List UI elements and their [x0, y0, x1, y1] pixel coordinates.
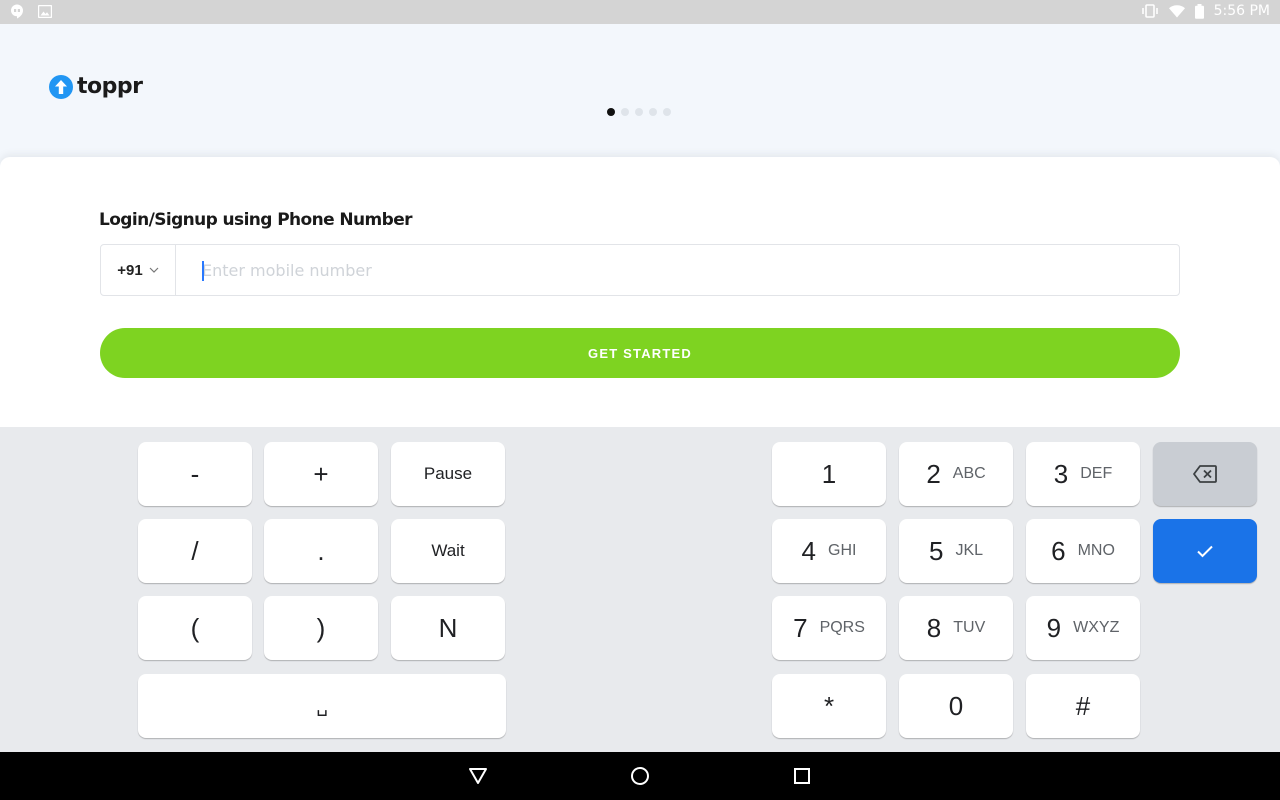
battery-icon [1194, 3, 1204, 19]
country-code: +91 [117, 261, 143, 279]
key-letters: MNO [1077, 542, 1115, 559]
key-digit: 2 [926, 458, 941, 489]
key-8[interactable]: 8 TUV [899, 596, 1013, 660]
checkmark-icon [1197, 545, 1213, 558]
text-cursor [202, 261, 204, 281]
hangouts-icon [10, 4, 24, 19]
key-letters: PQRS [819, 619, 865, 636]
key-digit: 8 [926, 612, 942, 643]
key-letters: GHI [828, 542, 857, 559]
key-digit: 6 [1051, 535, 1066, 566]
done-key[interactable] [1153, 519, 1257, 583]
clock: 5:56 PM [1213, 3, 1270, 19]
carousel-dot[interactable] [607, 108, 615, 116]
carousel-dot[interactable] [621, 108, 629, 116]
key-digit: 4 [801, 535, 816, 566]
key-0[interactable]: 0 [899, 674, 1013, 738]
key-plus[interactable]: + [264, 442, 378, 506]
key-letters: JKL [955, 542, 984, 559]
header: toppr [0, 24, 1280, 158]
key-close-paren[interactable]: ) [264, 596, 378, 660]
phone-input-wrap [176, 245, 1179, 295]
carousel-indicator [607, 108, 671, 116]
key-digit: 3 [1053, 458, 1069, 489]
key-letters: WXYZ [1073, 619, 1120, 636]
backspace-key[interactable] [1153, 442, 1257, 506]
key-star[interactable]: * [772, 674, 886, 738]
vibrate-icon [1141, 4, 1159, 18]
status-bar: 5:56 PM [0, 0, 1280, 24]
image-icon [38, 5, 52, 18]
key-slash[interactable]: / [138, 519, 252, 583]
login-card: Login/Signup using Phone Number +91 GET … [0, 157, 1280, 427]
key-letters: TUV [953, 619, 986, 636]
home-circle-icon [631, 767, 649, 785]
carousel-dot[interactable] [635, 108, 643, 116]
wifi-icon [1168, 4, 1185, 18]
logo-arrow-icon [49, 74, 73, 99]
key-1[interactable]: 1 [772, 442, 886, 506]
key-2[interactable]: 2 ABC [899, 442, 1013, 506]
key-3[interactable]: 3 DEF [1026, 442, 1140, 506]
key-period[interactable]: . [264, 519, 378, 583]
key-digit: # [1075, 690, 1091, 721]
key-digit: 7 [793, 612, 808, 643]
home-button[interactable] [629, 765, 651, 787]
key-letters: ABC [952, 465, 986, 482]
phone-number-input[interactable] [176, 245, 1179, 295]
key-space[interactable]: ␣ [138, 674, 506, 738]
recents-button[interactable] [791, 765, 813, 787]
key-5[interactable]: 5 JKL [899, 519, 1013, 583]
key-open-paren[interactable]: ( [138, 596, 252, 660]
carousel-dot[interactable] [649, 108, 657, 116]
key-digit: 9 [1046, 612, 1062, 643]
key-digit: 5 [928, 535, 944, 566]
chevron-down-icon [149, 267, 159, 273]
back-triangle-icon [469, 768, 487, 784]
key-hash[interactable]: # [1026, 674, 1140, 738]
navigation-bar [0, 752, 1280, 800]
key-9[interactable]: 9 WXYZ [1026, 596, 1140, 660]
phone-field-group: +91 [100, 244, 1180, 296]
key-digit: 0 [948, 690, 964, 721]
country-code-selector[interactable]: +91 [101, 245, 176, 295]
key-n[interactable]: N [391, 596, 505, 660]
carousel-dot[interactable] [663, 108, 671, 116]
backspace-icon [1193, 465, 1217, 483]
get-started-button[interactable]: GET STARTED [100, 328, 1180, 378]
key-letters: DEF [1080, 465, 1113, 482]
recents-square-icon [794, 768, 810, 784]
key-7[interactable]: 7 PQRS [772, 596, 886, 660]
key-minus[interactable]: - [138, 442, 252, 506]
toppr-logo: toppr [49, 74, 143, 99]
key-digit: * [823, 690, 835, 721]
logo-text: toppr [77, 74, 143, 99]
key-4[interactable]: 4 GHI [772, 519, 886, 583]
key-pause[interactable]: Pause [391, 442, 505, 506]
key-digit: 1 [821, 458, 837, 489]
key-6[interactable]: 6 MNO [1026, 519, 1140, 583]
back-button[interactable] [467, 765, 489, 787]
login-title: Login/Signup using Phone Number [99, 210, 413, 230]
numeric-keyboard: - + Pause / . Wait ( ) N ␣ 1 2 ABC 3 DEF… [0, 427, 1280, 752]
key-wait[interactable]: Wait [391, 519, 505, 583]
